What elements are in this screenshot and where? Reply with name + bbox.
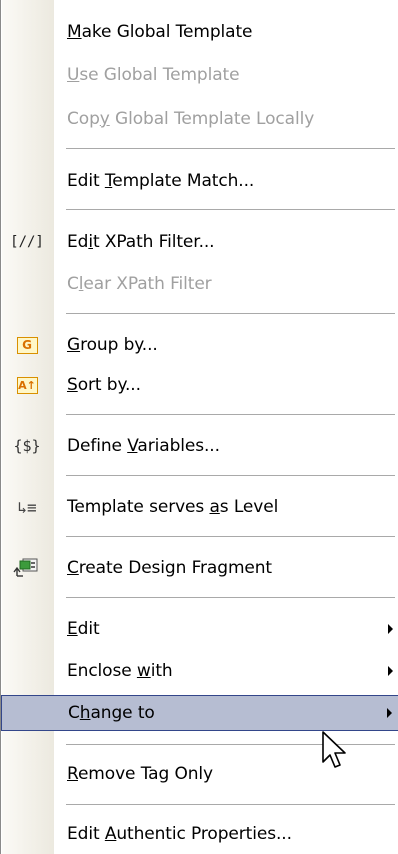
submenu-arrow-icon bbox=[387, 708, 392, 718]
sort-icon: A↑ bbox=[16, 376, 38, 394]
menu-item-label: Edit Template Match... bbox=[67, 171, 255, 191]
menu-item-label: Copy Global Template Locally bbox=[67, 109, 315, 129]
menu-item-label: Edit XPath Filter... bbox=[67, 232, 215, 252]
menu-separator bbox=[66, 148, 395, 150]
menu-item-use-global-template[interactable]: Use Global Template bbox=[2, 57, 398, 93]
menu-item-label: Sort by... bbox=[67, 375, 141, 395]
xpath-filter-icon: [//] bbox=[10, 234, 44, 250]
menu-item-label: Template serves as Level bbox=[67, 497, 279, 517]
menu-item-label: Enclose with bbox=[67, 661, 173, 681]
menu-item-label: Group by... bbox=[67, 335, 158, 355]
menu-item-change-to[interactable]: Change to bbox=[1, 695, 398, 731]
menu-item-edit-xpath-filter[interactable]: [//] Edit XPath Filter... bbox=[2, 224, 398, 260]
menu-item-edit-authentic-properties[interactable]: Edit Authentic Properties... bbox=[2, 816, 398, 852]
menu-item-edit[interactable]: Edit bbox=[2, 611, 398, 647]
menu-item-label: Edit Authentic Properties... bbox=[67, 824, 292, 844]
menu-item-create-design-fragment[interactable]: Create Design Fragment bbox=[2, 550, 398, 586]
menu-separator bbox=[66, 536, 395, 538]
menu-item-label: Change to bbox=[68, 703, 155, 723]
menu-item-make-global-template[interactable]: Make Global Template bbox=[2, 14, 398, 50]
menu-separator bbox=[66, 804, 395, 806]
menu-item-group-by[interactable]: G Group by... bbox=[2, 327, 398, 363]
menu-item-define-variables[interactable]: {$} Define Variables... bbox=[2, 428, 398, 464]
menu-item-clear-xpath-filter[interactable]: Clear XPath Filter bbox=[2, 266, 398, 302]
menu-item-copy-global-template-locally[interactable]: Copy Global Template Locally bbox=[2, 101, 398, 137]
menu-item-enclose-with[interactable]: Enclose with bbox=[2, 653, 398, 689]
variables-icon: {$} bbox=[13, 437, 41, 455]
group-icon: G bbox=[11, 333, 43, 357]
menu-separator bbox=[66, 475, 395, 477]
menu-separator bbox=[66, 313, 395, 315]
menu-item-label: Clear XPath Filter bbox=[67, 274, 212, 294]
menu-item-label: Use Global Template bbox=[67, 65, 240, 85]
menu-item-sort-by[interactable]: A↑ Sort by... bbox=[2, 367, 398, 403]
menu-item-label: Edit bbox=[67, 619, 100, 639]
menu-separator bbox=[66, 597, 395, 599]
menu-separator bbox=[66, 414, 395, 416]
context-menu: Make Global Template Use Global Template… bbox=[0, 0, 398, 854]
menu-item-edit-template-match[interactable]: Edit Template Match... bbox=[2, 163, 398, 199]
menu-item-label: Create Design Fragment bbox=[67, 558, 272, 578]
menu-item-label: Make Global Template bbox=[67, 22, 253, 42]
menu-item-template-serves-as-level[interactable]: ↳≡ Template serves as Level bbox=[2, 489, 398, 525]
submenu-arrow-icon bbox=[388, 624, 393, 634]
mouse-pointer-icon bbox=[321, 730, 351, 779]
submenu-arrow-icon bbox=[388, 666, 393, 676]
design-fragment-icon bbox=[11, 556, 43, 580]
level-icon: ↳≡ bbox=[17, 497, 37, 517]
menu-item-label: Remove Tag Only bbox=[67, 764, 214, 784]
menu-separator bbox=[66, 209, 395, 211]
menu-item-label: Define Variables... bbox=[67, 436, 220, 456]
